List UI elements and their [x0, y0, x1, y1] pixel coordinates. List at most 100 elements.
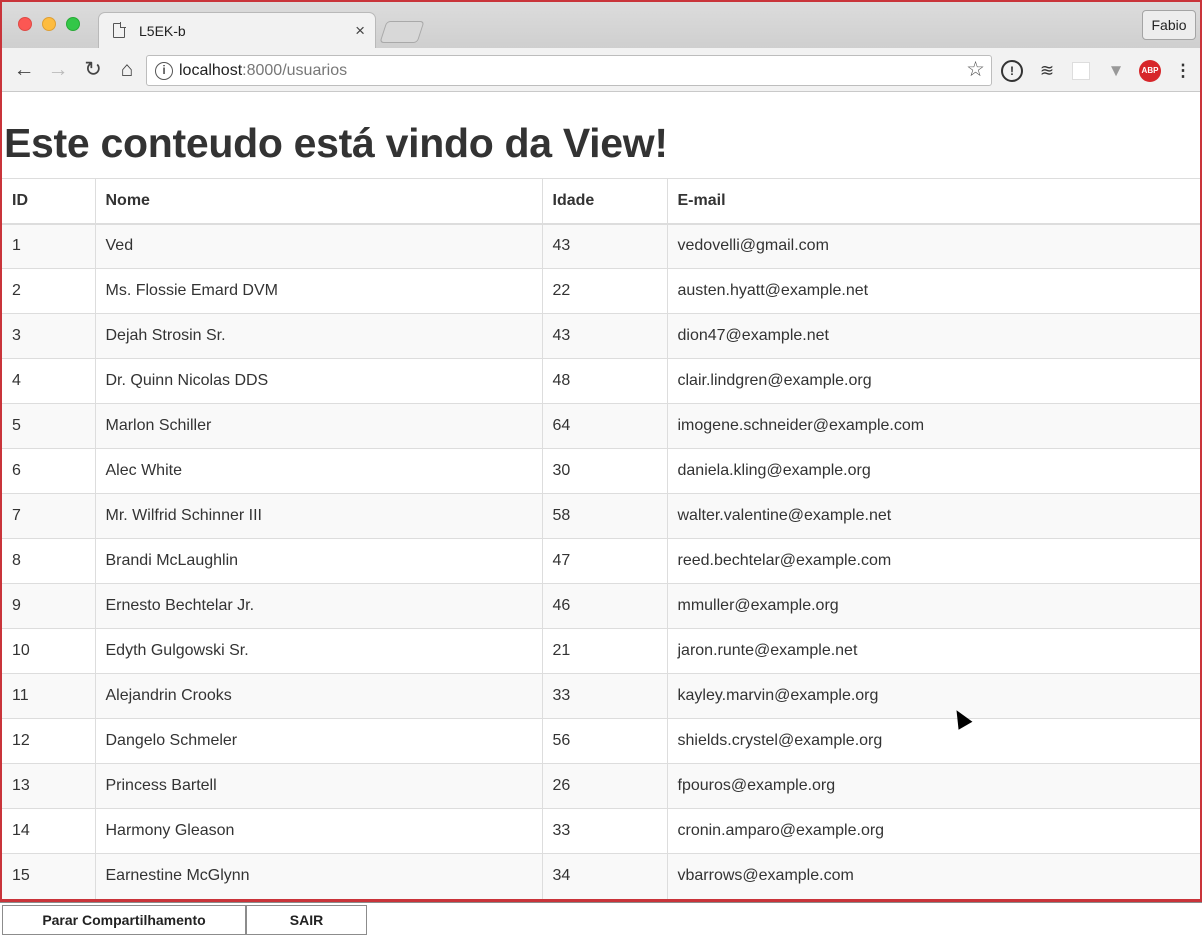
vue-devtools-icon[interactable]: ▼ — [1105, 60, 1127, 82]
url-host: localhost — [179, 62, 243, 79]
exit-button[interactable]: SAIR — [246, 905, 367, 935]
column-header-idade: Idade — [542, 178, 668, 225]
info-icon[interactable]: i — [155, 62, 173, 80]
bookmark-star-icon[interactable]: ☆ — [966, 57, 985, 82]
users-table: ID Nome Idade E-mail 1 Ved 43 vedovelli@gma… — [2, 178, 1200, 899]
cell-id: 5 — [2, 403, 96, 449]
layers-extension-icon[interactable]: ≋ — [1036, 60, 1058, 82]
cell-idade: 48 — [542, 358, 668, 404]
cell-id: 2 — [2, 268, 96, 314]
cell-idade: 30 — [542, 448, 668, 494]
cell-email: imogene.schneider@example.com — [667, 403, 1200, 449]
cell-id: 6 — [2, 448, 96, 494]
reload-icon[interactable]: ↻ — [80, 57, 106, 83]
minimize-window-button[interactable] — [42, 17, 56, 31]
cell-nome: Marlon Schiller — [95, 403, 543, 449]
cell-email: cronin.amparo@example.org — [667, 808, 1200, 854]
cell-idade: 33 — [542, 808, 668, 854]
forward-arrow-icon[interactable]: → — [45, 57, 71, 83]
column-header-id: ID — [2, 178, 96, 225]
cell-nome: Princess Bartell — [95, 763, 543, 809]
table-row: 5 Marlon Schiller 64 imogene.schneider@exam… — [2, 403, 1200, 449]
page-title: Este conteudo está vindo da View! — [4, 120, 668, 166]
cell-idade: 34 — [542, 853, 668, 899]
cell-idade: 22 — [542, 268, 668, 314]
table-row: 3 Dejah Strosin Sr. 43 dion47@example.net — [2, 313, 1200, 359]
table-row: 6 Alec White 30 daniela.kling@example.org — [2, 448, 1200, 494]
tab-title: L5EK-b — [139, 23, 186, 39]
cell-idade: 64 — [542, 403, 668, 449]
cell-idade: 47 — [542, 538, 668, 584]
column-header-email: E-mail — [667, 178, 1200, 225]
profile-button[interactable]: Fabio — [1142, 10, 1196, 40]
password-manager-icon[interactable]: ! — [1001, 60, 1023, 82]
browser-menu-icon[interactable]: ⋮ — [1172, 60, 1194, 82]
page-content: Este conteudo está vindo da View! ID Nom… — [2, 93, 1200, 899]
cell-email: clair.lindgren@example.org — [667, 358, 1200, 404]
cell-id: 8 — [2, 538, 96, 584]
table-row: 2 Ms. Flossie Emard DVM 22 austen.hyatt@exa… — [2, 268, 1200, 314]
page-icon — [113, 23, 125, 38]
cell-email: kayley.marvin@example.org — [667, 673, 1200, 719]
cell-email: dion47@example.net — [667, 313, 1200, 359]
cell-nome: Ernesto Bechtelar Jr. — [95, 583, 543, 629]
stop-sharing-button[interactable]: Parar Compartilhamento — [2, 905, 246, 935]
browser-tab[interactable]: L5EK-b × — [98, 12, 376, 48]
home-icon[interactable]: ⌂ — [114, 57, 140, 83]
cell-nome: Mr. Wilfrid Schinner III — [95, 493, 543, 539]
cell-id: 4 — [2, 358, 96, 404]
cell-id: 10 — [2, 628, 96, 674]
table-row: 1 Ved 43 vedovelli@gmail.com — [2, 223, 1200, 269]
url-path: :8000/usuarios — [242, 62, 348, 79]
cell-idade: 56 — [542, 718, 668, 764]
close-window-button[interactable] — [18, 17, 32, 31]
cell-nome: Ved — [95, 223, 543, 269]
cell-nome: Ms. Flossie Emard DVM — [95, 268, 543, 314]
table-row: 7 Mr. Wilfrid Schinner III 58 walter.valent… — [2, 493, 1200, 539]
cell-email: reed.bechtelar@example.com — [667, 538, 1200, 584]
cell-email: jaron.runte@example.net — [667, 628, 1200, 674]
table-header-row: ID Nome Idade E-mail — [2, 178, 1200, 225]
cell-email: vbarrows@example.com — [667, 853, 1200, 899]
cell-id: 9 — [2, 583, 96, 629]
cell-id: 14 — [2, 808, 96, 854]
adblock-plus-icon[interactable]: ABP — [1139, 60, 1161, 82]
cell-email: vedovelli@gmail.com — [667, 223, 1200, 269]
table-row: 11 Alejandrin Crooks 33 kayley.marvin@examp… — [2, 673, 1200, 719]
cell-nome: Edyth Gulgowski Sr. — [95, 628, 543, 674]
url-text[interactable]: localhost:8000/usuarios — [179, 62, 347, 80]
new-tab-button[interactable] — [379, 21, 425, 43]
close-tab-icon[interactable]: × — [355, 21, 365, 41]
blank-extension-icon[interactable] — [1072, 62, 1090, 80]
browser-window: L5EK-b × Fabio ← → ↻ ⌂ i localhost:8000/… — [0, 0, 1202, 902]
screen-share-bar: Parar Compartilhamento SAIR — [0, 902, 1202, 937]
table-row: 8 Brandi McLaughlin 47 reed.bechtelar@examp… — [2, 538, 1200, 584]
table-row: 4 Dr. Quinn Nicolas DDS 48 clair.lindgren@e… — [2, 358, 1200, 404]
cell-id: 11 — [2, 673, 96, 719]
cell-idade: 43 — [542, 223, 668, 269]
table-row: 10 Edyth Gulgowski Sr. 21 jaron.runte@examp… — [2, 628, 1200, 674]
cell-nome: Alejandrin Crooks — [95, 673, 543, 719]
cell-id: 15 — [2, 853, 96, 899]
title-bar: L5EK-b × Fabio — [2, 2, 1200, 48]
cell-email: daniela.kling@example.org — [667, 448, 1200, 494]
zoom-window-button[interactable] — [66, 17, 80, 31]
cell-nome: Harmony Gleason — [95, 808, 543, 854]
cell-id: 3 — [2, 313, 96, 359]
cell-id: 12 — [2, 718, 96, 764]
cell-nome: Dejah Strosin Sr. — [95, 313, 543, 359]
cell-idade: 58 — [542, 493, 668, 539]
browser-toolbar: ← → ↻ ⌂ i localhost:8000/usuarios ☆ ! ≋ … — [2, 48, 1200, 92]
back-arrow-icon[interactable]: ← — [11, 57, 37, 83]
cell-idade: 46 — [542, 583, 668, 629]
column-header-nome: Nome — [95, 178, 543, 225]
cell-nome: Alec White — [95, 448, 543, 494]
cell-idade: 21 — [542, 628, 668, 674]
table-row: 12 Dangelo Schmeler 56 shields.crystel@exam… — [2, 718, 1200, 764]
address-bar[interactable]: i localhost:8000/usuarios ☆ — [146, 55, 992, 86]
cell-id: 1 — [2, 223, 96, 269]
cell-idade: 43 — [542, 313, 668, 359]
cell-nome: Earnestine McGlynn — [95, 853, 543, 899]
table-row: 14 Harmony Gleason 33 cronin.amparo@example… — [2, 808, 1200, 854]
cell-email: austen.hyatt@example.net — [667, 268, 1200, 314]
